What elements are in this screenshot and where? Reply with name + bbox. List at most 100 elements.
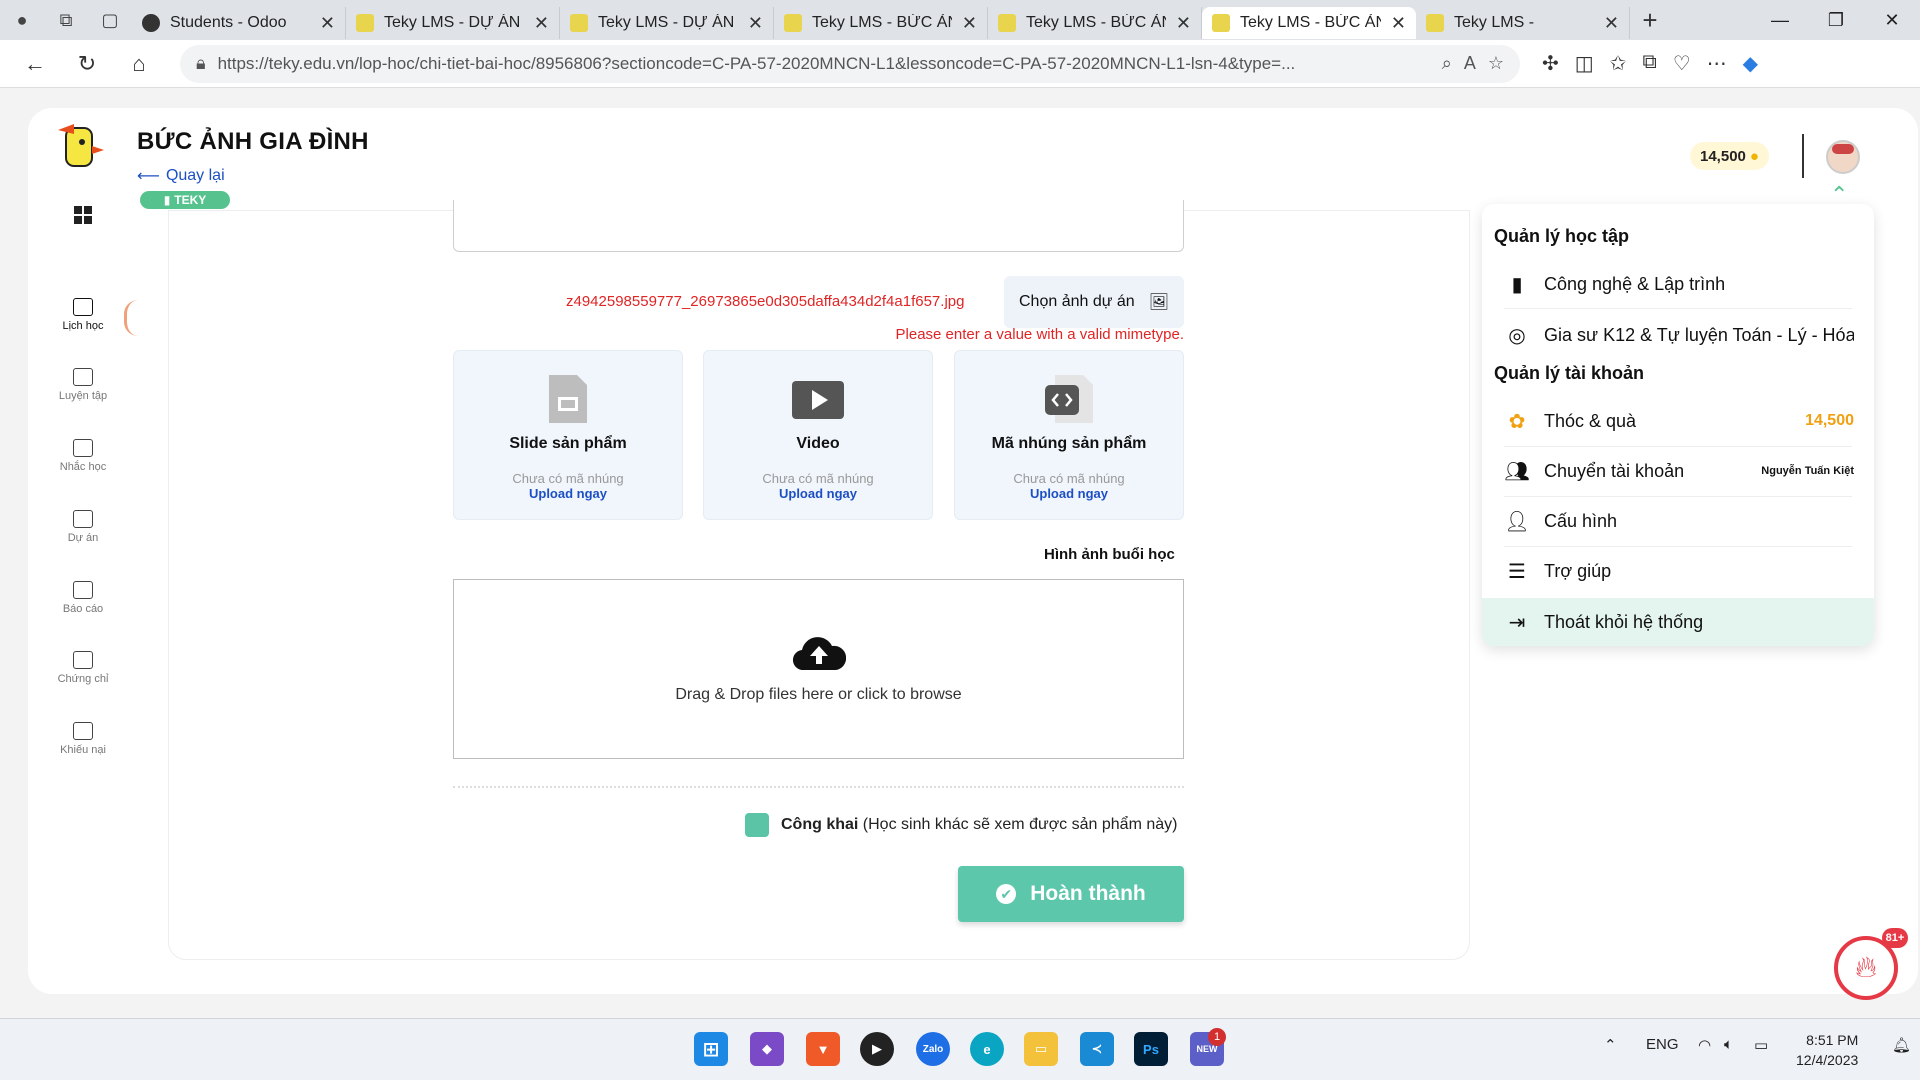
tab-5-active[interactable]: Teky LMS - BỨC ẢNH ✕	[1202, 7, 1416, 39]
dropdown-item-cau-hinh[interactable]: 👤︎ Cấu hình	[1482, 498, 1874, 544]
sidebar-item-chung-chi[interactable]: Chứng chỉ	[28, 651, 138, 685]
public-label: Công khai	[781, 816, 859, 833]
notifications-bell-icon[interactable]: 🔔︎	[1892, 1036, 1911, 1054]
close-icon[interactable]: ✕	[748, 13, 763, 34]
dropdown-item-chuyen-tai-khoan[interactable]: 👥︎ Chuyển tài khoản Nguyễn Tuấn Kiệt	[1482, 448, 1874, 494]
sidebar-item-lich-hoc[interactable]: Lịch học	[28, 298, 138, 332]
battery-icon[interactable]: ▭	[1754, 1036, 1768, 1054]
close-icon[interactable]: ✕	[320, 13, 335, 34]
workspaces-icon[interactable]: ⧉	[44, 0, 88, 40]
tab-strip: ● ⧉ ▢ Students - Odoo ✕ Teky LMS - DỰ ÁN …	[0, 0, 1920, 40]
read-aloud-icon[interactable]: A	[1464, 53, 1476, 74]
tray-chevron-icon[interactable]: ⌃	[1604, 1036, 1617, 1054]
dropdown-item-tro-giup[interactable]: ☰ Trợ giúp	[1482, 548, 1874, 594]
sidebar-item-du-an[interactable]: Dự án	[28, 510, 138, 544]
sidebar-item-luyen-tap[interactable]: Luyện tập	[28, 368, 138, 402]
photoshop-icon[interactable]: Ps	[1134, 1032, 1168, 1066]
description-textarea[interactable]	[453, 200, 1184, 252]
home-icon[interactable]: ⌂	[116, 44, 162, 84]
dropdown-item-cong-nghe[interactable]: ▮ Công nghệ & Lập trình	[1482, 261, 1874, 307]
back-arrow-icon[interactable]: ←	[12, 44, 58, 84]
public-checkbox[interactable]	[745, 813, 769, 837]
tab-0[interactable]: Students - Odoo ✕	[132, 7, 346, 39]
zoom-icon[interactable]: ⌕	[1442, 53, 1452, 74]
slide-upload-card[interactable]: Slide sản phẩm Chưa có mã nhúng Upload n…	[453, 350, 683, 520]
extensions-icon[interactable]: ✣	[1542, 51, 1559, 76]
avatar[interactable]	[1826, 140, 1860, 174]
close-icon[interactable]: ✕	[1176, 13, 1191, 34]
tab-4[interactable]: Teky LMS - BỨC ẢNH ✕	[988, 7, 1202, 39]
back-link[interactable]: ⟵ Quay lại	[137, 166, 225, 186]
minimize-icon[interactable]: —	[1752, 0, 1808, 40]
wifi-icon[interactable]: ◠	[1698, 1036, 1711, 1054]
more-menu-icon[interactable]: ⋯	[1707, 51, 1727, 76]
system-clock[interactable]: 8:51 PM 12/4/2023	[1796, 1030, 1858, 1070]
start-menu-icon[interactable]: ⊞	[694, 1032, 728, 1066]
selected-filename: z4942598559777_26973865e0d305daffa434d2f…	[566, 293, 965, 310]
lock-icon[interactable]: 🔒︎	[196, 53, 206, 74]
media-player-icon[interactable]: ▶	[860, 1032, 894, 1066]
upload-now-link[interactable]: Upload ngay	[1030, 486, 1108, 501]
tab-3[interactable]: Teky LMS - BỨC ẢNH ✕	[774, 7, 988, 39]
close-icon[interactable]: ✕	[534, 13, 549, 34]
zalo-icon[interactable]: Zalo	[916, 1032, 950, 1066]
tab-actions-icon[interactable]: ▢	[88, 0, 132, 40]
choose-image-button[interactable]: Chọn ảnh dự án 🖼︎	[1004, 276, 1184, 328]
dropdown-item-gia-su[interactable]: ◎ Gia sư K12 & Tự luyện Toán - Lý - Hóa..…	[1482, 312, 1874, 358]
collections-icon[interactable]: ⧉	[1642, 51, 1656, 76]
apps-grid-icon[interactable]	[74, 206, 92, 224]
tutor-logo-icon: ◎	[1508, 324, 1526, 347]
url-field[interactable]: 🔒︎ https://teky.edu.vn/lop-hoc/chi-tiet-…	[180, 44, 1520, 83]
split-screen-icon[interactable]: ◫	[1575, 51, 1594, 76]
teky-favicon-icon	[356, 14, 374, 32]
browser-essentials-icon[interactable]: ♡	[1673, 51, 1691, 76]
upload-now-link[interactable]: Upload ngay	[529, 486, 607, 501]
tab-1[interactable]: Teky LMS - DỰ ÁN L ✕	[346, 7, 560, 39]
dropdown-item-thoc-qua[interactable]: ✿ Thóc & quà 14,500	[1482, 398, 1874, 444]
sidebar-item-khieu-nai[interactable]: Khiếu nại	[28, 722, 138, 756]
check-icon: ✔	[996, 884, 1017, 904]
edge-browser-icon[interactable]: e	[970, 1032, 1004, 1066]
brave-browser-icon[interactable]: ▼	[806, 1032, 840, 1066]
dropzone-text: Drag & Drop files here or click to brows…	[675, 686, 962, 703]
sidebar-item-nhac-hoc[interactable]: Nhắc học	[28, 439, 138, 473]
vscode-icon[interactable]: ≺	[1080, 1032, 1114, 1066]
tab-6[interactable]: Teky LMS - ✕	[1416, 7, 1630, 39]
coin-balance[interactable]: 14,500 ●	[1690, 142, 1769, 170]
favorites-icon[interactable]: ✩	[1610, 51, 1627, 76]
new-tab-button[interactable]: +	[1630, 5, 1670, 36]
address-bar-row: ← ↻ ⌂ 🔒︎ https://teky.edu.vn/lop-hoc/chi…	[0, 40, 1920, 88]
logout-icon: ⇥	[1508, 611, 1526, 634]
favorite-star-icon[interactable]: ☆	[1488, 53, 1504, 74]
tab-title: Students - Odoo	[170, 14, 287, 31]
close-icon[interactable]: ✕	[1391, 13, 1406, 34]
image-dropzone[interactable]: Drag & Drop files here or click to brows…	[453, 579, 1184, 759]
dropdown-item-label: Công nghệ & Lập trình	[1544, 273, 1726, 294]
embed-upload-card[interactable]: Mã nhúng sản phẩm Chưa có mã nhúng Uploa…	[954, 350, 1184, 520]
close-icon[interactable]: ✕	[962, 13, 977, 34]
tab-2[interactable]: Teky LMS - DỰ ÁN L ✕	[560, 7, 774, 39]
close-icon[interactable]: ✕	[1604, 13, 1619, 34]
profile-icon[interactable]: ●	[0, 0, 44, 40]
zalo-label: Zalo	[922, 1043, 944, 1055]
public-toggle-row: Công khai (Học sinh khác sẽ xem được sản…	[745, 813, 1177, 837]
copilot-icon[interactable]: ◆	[1743, 51, 1758, 76]
close-window-icon[interactable]: ✕	[1864, 0, 1920, 40]
fire-icon: 🔥︎	[1854, 951, 1878, 984]
notification-badge: 1	[1208, 1028, 1226, 1046]
maximize-icon[interactable]: ❐	[1808, 0, 1864, 40]
upload-now-link[interactable]: Upload ngay	[779, 486, 857, 501]
clock-time: 8:51 PM	[1806, 1032, 1859, 1048]
code-file-icon	[1045, 375, 1093, 423]
visual-studio-icon[interactable]: ◆	[750, 1032, 784, 1066]
language-indicator[interactable]: ENG	[1646, 1036, 1679, 1053]
volume-icon[interactable]: 🔈︎	[1724, 1036, 1733, 1053]
toolbar-icons: ✣ ◫ ✩ ⧉ ♡ ⋯ ◆	[1542, 51, 1758, 76]
dropdown-item-thoat[interactable]: ⇥ Thoát khỏi hệ thống	[1482, 598, 1874, 646]
teky-mini-logo-icon: ▮	[1511, 273, 1523, 296]
finish-button[interactable]: ✔ Hoàn thành	[958, 866, 1184, 922]
file-explorer-icon[interactable]: ▭	[1024, 1032, 1058, 1066]
video-upload-card[interactable]: Video Chưa có mã nhúng Upload ngay	[703, 350, 933, 520]
sidebar-item-bao-cao[interactable]: Báo cáo	[28, 581, 138, 615]
refresh-icon[interactable]: ↻	[64, 44, 110, 84]
